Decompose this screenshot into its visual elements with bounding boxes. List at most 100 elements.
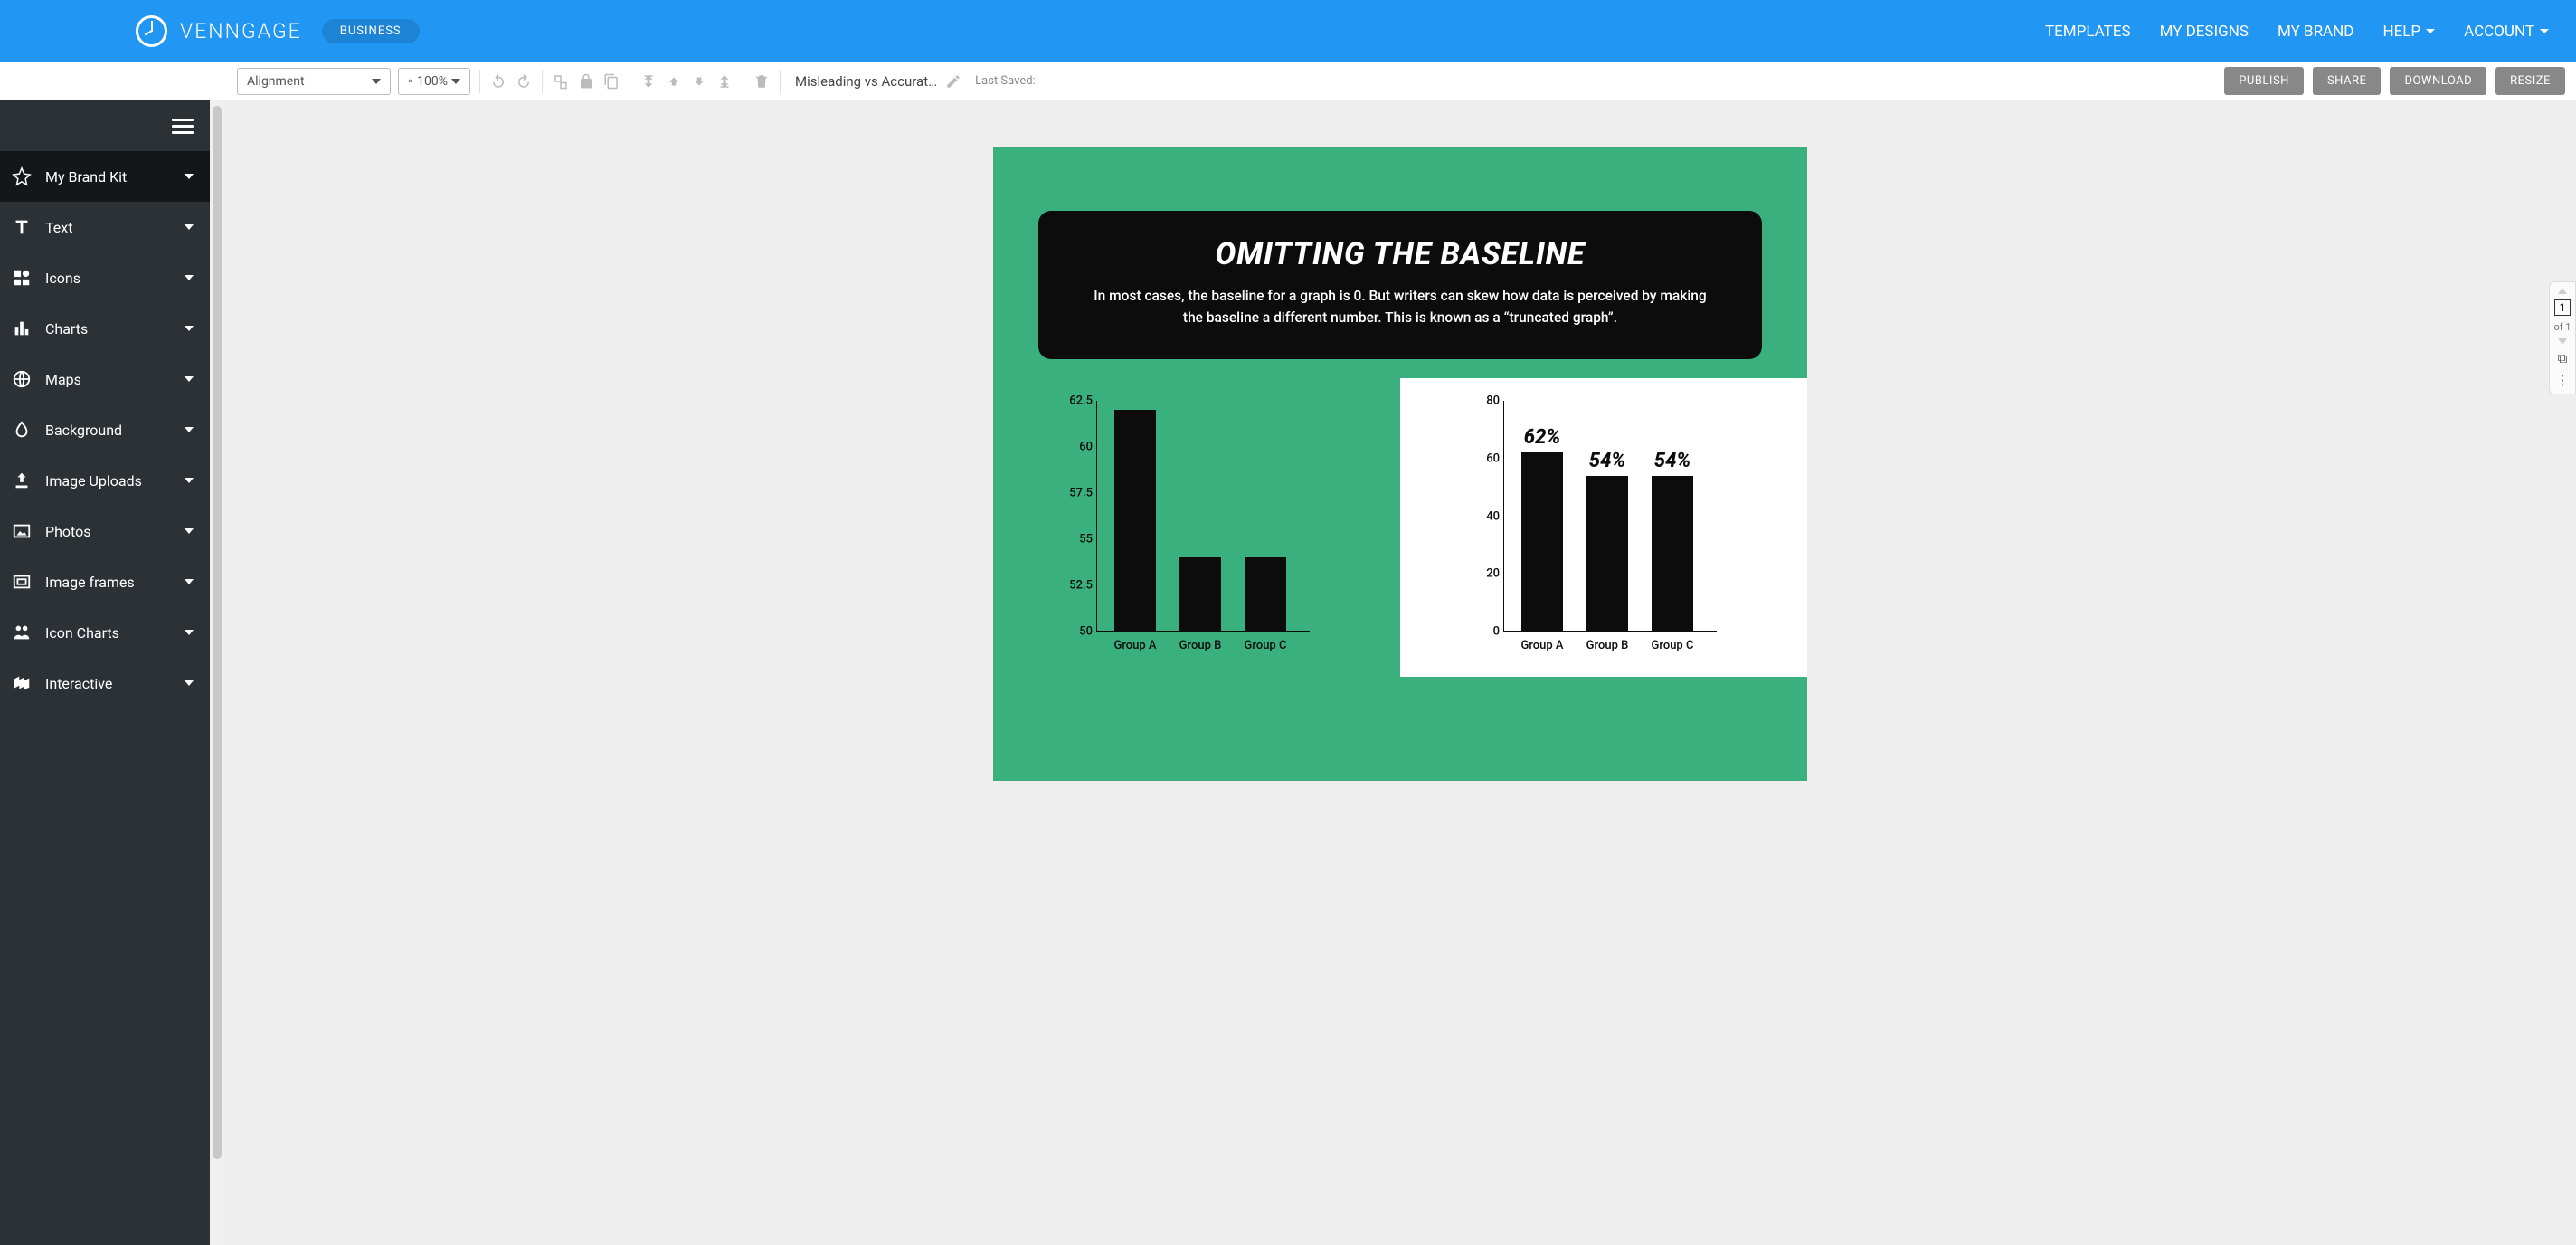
chevron-down-icon xyxy=(185,478,194,483)
zoom-select[interactable]: 100% xyxy=(398,68,470,95)
next-page-button[interactable] xyxy=(2558,338,2567,345)
nav-templates-label: TEMPLATES xyxy=(2045,23,2131,41)
separator xyxy=(479,70,480,93)
sidebar-item-photos[interactable]: Photos xyxy=(0,506,210,556)
page-navigator: 1 of 1 ⧉ ⋮ xyxy=(2549,281,2576,394)
globe-icon xyxy=(11,369,33,389)
chevron-down-icon xyxy=(372,79,381,84)
bar-chart-icon xyxy=(11,318,33,338)
nav-help-label: HELP xyxy=(2382,23,2420,41)
sidebar-toggle[interactable] xyxy=(0,100,210,151)
delete-button[interactable] xyxy=(753,72,771,90)
sidebar-item-label: Image Uploads xyxy=(45,472,142,489)
chevron-down-icon xyxy=(185,630,194,635)
copy-page-button[interactable]: ⧉ xyxy=(2558,350,2568,366)
infographic-subtitle: In most cases, the baseline for a graph … xyxy=(1093,285,1708,328)
interactive-icon xyxy=(11,673,33,693)
infographic-title: OMITTING THE BASELINE xyxy=(1093,236,1708,272)
sidebar-item-text[interactable]: Text xyxy=(0,202,210,252)
action-bar: Alignment 100% Misleading vs Accurat… La… xyxy=(0,62,2576,100)
chart-box: 5052.55557.56062.5Group AGroup BGroup C xyxy=(1056,401,1310,654)
chevron-down-icon xyxy=(185,275,194,280)
people-icon xyxy=(11,622,33,642)
title-box[interactable]: OMITTING THE BASELINE In most cases, the… xyxy=(1038,211,1762,359)
current-page[interactable]: 1 xyxy=(2554,299,2571,316)
scrollbar-thumb[interactable] xyxy=(213,106,222,1159)
canvas-area[interactable]: OMITTING THE BASELINE In most cases, the… xyxy=(224,100,2576,1245)
publish-button[interactable]: PUBLISH xyxy=(2224,67,2304,95)
nav-account-label: ACCOUNT xyxy=(2464,23,2534,41)
chart-accurate[interactable]: 020406080Group A62%Group B54%Group C54% xyxy=(1400,378,1807,677)
top-nav: TEMPLATES MY DESIGNS MY BRAND HELP ACCOU… xyxy=(2045,23,2549,41)
sidebar-item-label: Text xyxy=(45,219,72,236)
bring-front-button[interactable] xyxy=(639,72,658,90)
design-page[interactable]: OMITTING THE BASELINE In most cases, the… xyxy=(993,147,1807,781)
chevron-down-icon xyxy=(185,427,194,432)
sidebar-item-background[interactable]: Background xyxy=(0,404,210,455)
sidebar-item-label: Icons xyxy=(45,270,80,287)
chevron-down-icon xyxy=(185,680,194,686)
sidebar-item-label: Charts xyxy=(45,320,88,337)
plan-badge[interactable]: BUSINESS xyxy=(322,19,420,43)
sidebar-item-label: My Brand Kit xyxy=(45,168,127,185)
main-area: My Brand Kit Text Icons Charts Maps Back… xyxy=(0,100,2576,1245)
redo-button[interactable] xyxy=(515,72,533,90)
text-icon xyxy=(11,217,33,237)
chevron-down-icon xyxy=(185,224,194,230)
last-saved-label: Last Saved: xyxy=(975,74,1036,88)
sidebar-scrollbar[interactable] xyxy=(210,100,224,1245)
chevron-down-icon xyxy=(185,376,194,382)
download-button[interactable]: DOWNLOAD xyxy=(2390,67,2486,95)
brand-logo[interactable]: VENNGAGE xyxy=(136,15,302,47)
send-backward-button[interactable] xyxy=(690,72,708,90)
sidebar-item-my-brand-kit[interactable]: My Brand Kit xyxy=(0,151,210,202)
sidebar-item-maps[interactable]: Maps xyxy=(0,354,210,404)
chevron-down-icon xyxy=(185,528,194,534)
more-page-button[interactable]: ⋮ xyxy=(2556,372,2570,388)
chevron-down-icon xyxy=(185,174,194,179)
separator xyxy=(542,70,543,93)
sidebar-item-interactive[interactable]: Interactive xyxy=(0,658,210,708)
lock-button[interactable] xyxy=(577,72,595,90)
sidebar-item-label: Photos xyxy=(45,523,91,540)
nav-help[interactable]: HELP xyxy=(2382,23,2435,41)
resize-button[interactable]: RESIZE xyxy=(2496,67,2565,95)
zoom-value: 100% xyxy=(417,74,448,89)
alignment-label: Alignment xyxy=(247,74,305,89)
action-buttons: PUBLISH SHARE DOWNLOAD RESIZE xyxy=(2224,67,2565,95)
send-back-button[interactable] xyxy=(715,72,734,90)
sidebar-item-charts[interactable]: Charts xyxy=(0,303,210,354)
page-total: of 1 xyxy=(2553,321,2571,333)
sidebar-item-label: Maps xyxy=(45,371,81,388)
sidebar-item-label: Icon Charts xyxy=(45,624,119,642)
copy-button[interactable] xyxy=(602,72,620,90)
undo-button[interactable] xyxy=(489,72,507,90)
sidebar-item-image-frames[interactable]: Image frames xyxy=(0,556,210,607)
bring-forward-button[interactable] xyxy=(665,72,683,90)
alignment-select[interactable]: Alignment xyxy=(237,68,391,95)
sidebar-item-icon-charts[interactable]: Icon Charts xyxy=(0,607,210,658)
shapes-icon xyxy=(11,268,33,288)
clock-logo-icon xyxy=(136,15,167,47)
nav-my-brand[interactable]: MY BRAND xyxy=(2278,23,2353,41)
sidebar-item-label: Interactive xyxy=(45,675,112,692)
share-button[interactable]: SHARE xyxy=(2313,67,2382,95)
nav-my-designs-label: MY DESIGNS xyxy=(2160,23,2249,41)
sidebar-item-image-uploads[interactable]: Image Uploads xyxy=(0,455,210,506)
edit-title-button[interactable] xyxy=(944,72,962,90)
chart-truncated[interactable]: 5052.55557.56062.5Group AGroup BGroup C xyxy=(993,378,1400,677)
sidebar: My Brand Kit Text Icons Charts Maps Back… xyxy=(0,100,210,1245)
group-button[interactable] xyxy=(552,72,570,90)
nav-my-designs[interactable]: MY DESIGNS xyxy=(2160,23,2249,41)
image-icon xyxy=(11,521,33,541)
document-title[interactable]: Misleading vs Accurat… xyxy=(795,73,937,90)
sidebar-item-icons[interactable]: Icons xyxy=(0,252,210,303)
star-icon xyxy=(11,166,33,186)
caret-down-icon xyxy=(2426,29,2435,33)
nav-account[interactable]: ACCOUNT xyxy=(2464,23,2549,41)
nav-templates[interactable]: TEMPLATES xyxy=(2045,23,2131,41)
chevron-down-icon xyxy=(451,79,460,84)
prev-page-button[interactable] xyxy=(2558,288,2567,294)
chevron-down-icon xyxy=(185,326,194,331)
sidebar-item-label: Background xyxy=(45,422,122,439)
